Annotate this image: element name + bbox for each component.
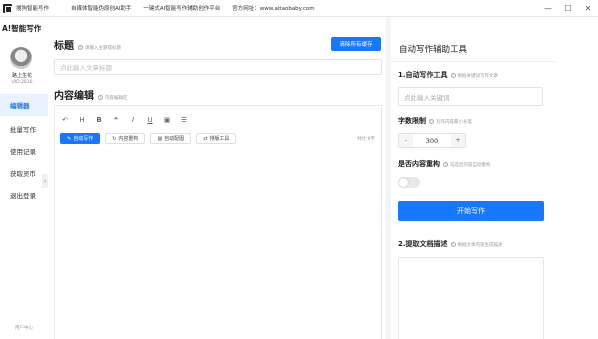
rewrite-title: 是否内容重构 ? 勾选后内容自动重构: [398, 159, 491, 169]
title-heading: 标题 ? 请输入主题或标题: [54, 37, 121, 52]
keyword-input[interactable]: 点此输入关键词: [398, 87, 543, 106]
auto-image-button[interactable]: ▨ 自动配图: [150, 133, 192, 144]
auto-write-hint: ? 根据关键词写作文章: [450, 73, 499, 79]
user-nickname: 路上生花: [11, 73, 32, 79]
italic-icon[interactable]: I: [129, 116, 137, 124]
title-nav-item[interactable]: 官方网址：www.aitaobaby.com: [232, 4, 314, 12]
auto-image-label: 自动配图: [164, 136, 185, 142]
window-controls: — ☐ ✕: [538, 0, 598, 17]
close-button[interactable]: ✕: [578, 0, 598, 17]
rewrite-text: 是否内容重构: [398, 160, 440, 168]
content-editor[interactable]: ↶ H B ❝ I U ▣ ☰ ✎ 自动写作 ↻ 内容重构 ▨ 自动配图 ⇄ 排…: [54, 105, 382, 339]
word-limit-hint: ? 写作内容最小长度: [429, 119, 472, 125]
list-icon[interactable]: ☰: [180, 116, 188, 124]
increment-button[interactable]: +: [451, 134, 465, 147]
user-uid: UID:2810: [11, 80, 33, 85]
heading-icon[interactable]: H: [78, 116, 86, 124]
auto-write-label: 自动写作: [73, 136, 94, 142]
extract-desc-hint-text: 根据文章内容生成描述: [457, 242, 503, 248]
app-title: 搜狗智能写作: [16, 6, 50, 12]
help-icon: ?: [429, 119, 434, 124]
rewrite-content-button[interactable]: ↻ 内容重构: [105, 133, 146, 144]
help-icon: ?: [450, 242, 456, 247]
underline-icon[interactable]: U: [146, 116, 154, 124]
title-nav-item: 自媒体智能伪原创AI助手: [71, 6, 132, 12]
auto-write-hint-text: 根据关键词写作文章: [457, 73, 499, 79]
bold-icon[interactable]: B: [95, 116, 103, 124]
user-center-link[interactable]: 用户中心: [0, 325, 48, 331]
auto-write-section-text: 1.自动写作工具: [398, 71, 448, 79]
pencil-icon: ✎: [67, 135, 72, 142]
word-limit-text: 字数限制: [398, 117, 426, 125]
description-textarea[interactable]: [398, 257, 544, 339]
brand-logo: A!智能写作: [2, 24, 42, 33]
layout-tool-button[interactable]: ⇄ 排版工具: [196, 133, 237, 144]
editor-panel: 标题 ? 请输入主题或标题 清除所有缓存 点此输入文章标题 内容编辑 ? 内容编辑区…: [48, 29, 386, 339]
editor-tools: ✎ 自动写作 ↻ 内容重构 ▨ 自动配图 ⇄ 排版工具: [60, 133, 237, 144]
sidebar-item-batch-writing[interactable]: 批量写作: [0, 118, 50, 140]
right-margin: [556, 17, 598, 339]
decrement-button[interactable]: -: [399, 134, 413, 147]
help-icon: ?: [443, 162, 448, 167]
extract-desc-title: 2.提取文档描述 ? 根据文章内容生成描述: [398, 239, 503, 249]
minimize-button[interactable]: —: [538, 0, 558, 17]
undo-icon[interactable]: ↶: [61, 116, 69, 124]
assist-panel-title: 自动写作辅助工具: [399, 45, 468, 55]
help-icon: ?: [450, 73, 456, 78]
rewrite-toggle[interactable]: [398, 177, 420, 188]
title-hint-text: 请输入主题或标题: [85, 45, 121, 51]
content-heading: 内容编辑 ? 内容编辑区: [54, 87, 128, 102]
quote-icon[interactable]: ❝: [112, 116, 120, 124]
content-hint-text: 内容编辑区: [105, 95, 128, 101]
clear-cache-button[interactable]: 清除所有缓存: [331, 37, 381, 51]
title-bar: 搜狗智能写作 自媒体智能伪原创AI助手 一键式AI智能写作辅助创作平台 官方网址…: [0, 0, 598, 17]
title-nav-item: 一键式AI智能写作辅助创作平台: [143, 6, 221, 12]
title-hint: ? 请输入主题或标题: [78, 45, 121, 51]
editor-toolbar: ↶ H B ❝ I U ▣ ☰: [61, 116, 188, 124]
title-heading-text: 标题: [54, 41, 74, 52]
word-limit-value[interactable]: 300: [413, 137, 451, 145]
content-hint: ? 内容编辑区: [98, 95, 128, 101]
title-nav: 自媒体智能伪原创AI助手 一键式AI智能写作辅助创作平台 官方网址：www.ai…: [71, 4, 315, 12]
rewrite-hint: ? 勾选后内容自动重构: [443, 162, 491, 168]
rewrite-hint-text: 勾选后内容自动重构: [450, 162, 491, 168]
assist-panel: 自动写作辅助工具 1.自动写作工具 ? 根据关键词写作文章 点此输入关键词 字数限…: [391, 29, 556, 339]
extract-desc-text: 2.提取文档描述: [398, 240, 448, 248]
content-heading-text: 内容编辑: [54, 91, 94, 102]
help-icon: ?: [78, 45, 83, 50]
layout-icon: ⇄: [203, 135, 208, 142]
start-writing-button[interactable]: 开始写作: [398, 201, 544, 221]
divider: [391, 61, 556, 62]
image-icon[interactable]: ▣: [163, 116, 171, 124]
auto-write-button[interactable]: ✎ 自动写作: [60, 133, 101, 144]
rewrite-content-label: 内容重构: [118, 136, 139, 142]
word-limit-hint-text: 写作内容最小长度: [436, 119, 472, 125]
maximize-button[interactable]: ☐: [558, 0, 578, 17]
sidebar-item-history[interactable]: 使用记录: [0, 140, 50, 162]
app-icon: [3, 3, 12, 13]
extract-desc-hint: ? 根据文章内容生成描述: [450, 242, 503, 248]
word-limit-stepper[interactable]: - 300 +: [398, 133, 466, 148]
image-icon: ▨: [157, 135, 163, 142]
toggle-knob: [399, 178, 408, 187]
word-limit-title: 字数限制 ? 写作内容最小长度: [398, 116, 472, 126]
auto-write-section-title: 1.自动写作工具 ? 根据关键词写作文章: [398, 70, 498, 80]
layout-tool-label: 排版工具: [209, 136, 230, 142]
avatar[interactable]: [10, 47, 32, 69]
title-input[interactable]: 点此输入文章标题: [54, 59, 382, 75]
refresh-icon: ↻: [112, 135, 117, 142]
char-count: 共计:0字: [357, 137, 375, 142]
sidebar: A!智能写作 路上生花 UID:2810 编辑器 批量写作 使用记录 获取灵币 …: [0, 17, 50, 339]
sidebar-item-editor[interactable]: 编辑器: [0, 94, 50, 116]
help-icon: ?: [98, 95, 103, 100]
